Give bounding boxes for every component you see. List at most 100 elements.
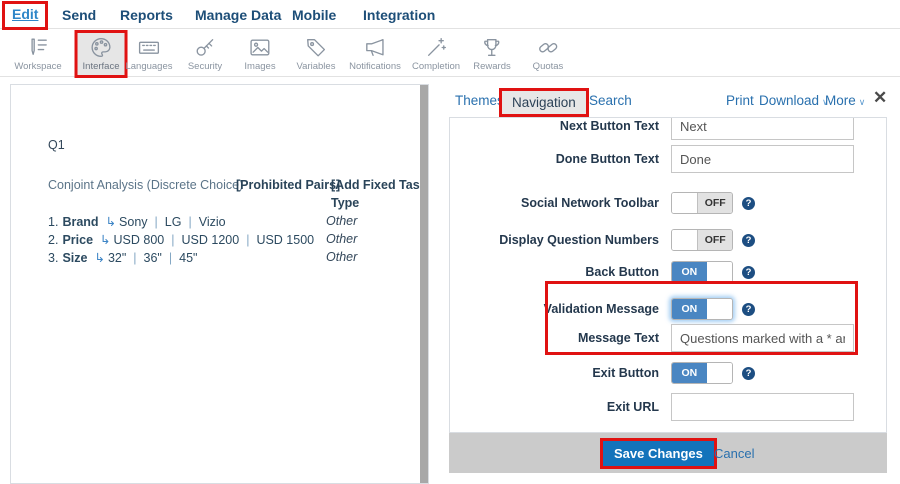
form-row-social-network-toolbar: Social Network Toolbar OFF? bbox=[450, 192, 886, 214]
attribute-level: USD 1500 bbox=[256, 233, 314, 247]
tab-search[interactable]: Search bbox=[589, 93, 632, 108]
attribute-number: 2. bbox=[48, 233, 58, 247]
form-row-display-question-numbers: Display Question Numbers OFF? bbox=[450, 229, 886, 251]
cancel-link[interactable]: Cancel bbox=[714, 446, 754, 461]
toolbar-item-workspace[interactable]: Workspace bbox=[9, 33, 66, 75]
toolbar-item-label: Languages bbox=[125, 61, 172, 72]
toggle-segment bbox=[707, 363, 732, 383]
level-separator: | bbox=[148, 215, 165, 229]
back-button-toggle[interactable]: ON bbox=[671, 261, 733, 283]
help-icon[interactable]: ? bbox=[742, 266, 755, 279]
form-label-back-button: Back Button bbox=[450, 265, 659, 279]
toolbar-item-quotas[interactable]: Quotas bbox=[528, 33, 569, 75]
toggle-segment: ON bbox=[672, 262, 707, 282]
download-link[interactable]: Download∨ bbox=[759, 93, 829, 108]
toggle-segment bbox=[707, 262, 732, 282]
attribute-type-value: Other bbox=[326, 214, 357, 228]
workspace-icon bbox=[26, 35, 51, 60]
nav-item-edit[interactable]: Edit bbox=[12, 6, 38, 22]
save-changes-button[interactable]: Save Changes bbox=[603, 441, 714, 466]
level-arrow-icon: ↳ bbox=[94, 251, 104, 265]
attribute-number: 3. bbox=[48, 251, 58, 265]
toolbar-item-security[interactable]: Security bbox=[183, 33, 227, 75]
level-arrow-icon: ↳ bbox=[100, 233, 110, 247]
toolbar-item-languages[interactable]: Languages bbox=[120, 33, 177, 75]
toolbar-item-label: Security bbox=[188, 61, 222, 72]
more-link[interactable]: More∨ bbox=[825, 93, 865, 108]
display-question-numbers-toggle[interactable]: OFF bbox=[671, 229, 733, 251]
form-label-display-question-numbers: Display Question Numbers bbox=[450, 233, 659, 247]
question-code: Q1 bbox=[48, 138, 65, 152]
attribute-row-size[interactable]: 3.Size↳32"|36"|45" bbox=[48, 250, 197, 265]
exit-url-input[interactable] bbox=[671, 393, 854, 421]
attribute-level: USD 800 bbox=[114, 233, 165, 247]
toolbar-item-notifications[interactable]: Notifications bbox=[344, 33, 406, 75]
save-annotation-box: Save Changes bbox=[600, 438, 717, 469]
left-panel-scrollbar[interactable] bbox=[420, 85, 428, 483]
edit-annotation-box: Edit bbox=[2, 1, 48, 30]
print-link[interactable]: Print bbox=[726, 93, 754, 108]
attribute-name: Size bbox=[62, 251, 87, 265]
settings-scroll-area: Next Button TextDone Button TextSocial N… bbox=[449, 117, 887, 433]
form-row-back-button: Back Button ON? bbox=[450, 261, 886, 283]
attribute-level: 36" bbox=[144, 251, 162, 265]
nav-item-send[interactable]: Send bbox=[62, 7, 96, 23]
next-button-text-input[interactable] bbox=[671, 117, 854, 140]
toolbar-item-variables[interactable]: Variables bbox=[292, 33, 341, 75]
notifications-icon bbox=[363, 35, 388, 60]
question-type-label: Conjoint Analysis (Discrete Choice) bbox=[48, 178, 243, 192]
toggle-segment bbox=[672, 230, 698, 250]
form-label-social-network-toolbar: Social Network Toolbar bbox=[450, 196, 659, 210]
level-separator: | bbox=[181, 215, 198, 229]
level-separator: | bbox=[162, 251, 179, 265]
nav-item-mobile[interactable]: Mobile bbox=[292, 7, 336, 23]
edit-toolbar: Workspace InterfaceLanguages Security Image… bbox=[0, 30, 900, 77]
social-network-toolbar-toggle[interactable]: OFF bbox=[671, 192, 733, 214]
variables-icon bbox=[304, 35, 329, 60]
toolbar-item-interface[interactable]: Interface bbox=[78, 33, 125, 75]
nav-item-integration[interactable]: Integration bbox=[363, 7, 435, 23]
add-fixed-tasks-link[interactable]: [Add Fixed Tasks bbox=[331, 178, 429, 192]
form-row-message-text: Message Text bbox=[450, 324, 886, 352]
level-arrow-icon: ↳ bbox=[106, 215, 116, 229]
attribute-row-brand[interactable]: 1.Brand↳Sony|LG|Vizio bbox=[48, 214, 226, 229]
languages-icon bbox=[137, 35, 162, 60]
toolbar-item-label: Rewards bbox=[473, 61, 511, 72]
form-label-validation-message: Validation Message bbox=[450, 302, 659, 316]
type-column-header: Type bbox=[331, 196, 359, 210]
images-icon bbox=[248, 35, 273, 60]
toolbar-item-images[interactable]: Images bbox=[239, 33, 280, 75]
done-button-text-input[interactable] bbox=[671, 145, 854, 173]
form-label-exit-url: Exit URL bbox=[450, 400, 659, 414]
settings-footer: Save Changes Cancel bbox=[449, 433, 887, 473]
security-icon bbox=[192, 35, 217, 60]
attribute-row-price[interactable]: 2.Price↳USD 800|USD 1200|USD 1500 bbox=[48, 232, 314, 247]
attribute-number: 1. bbox=[48, 215, 58, 229]
nav-item-reports[interactable]: Reports bbox=[120, 7, 173, 23]
form-label-done-button-text: Done Button Text bbox=[450, 152, 659, 166]
rewards-icon bbox=[480, 35, 505, 60]
message-text-input[interactable] bbox=[671, 324, 854, 352]
toggle-segment: OFF bbox=[698, 193, 732, 213]
help-icon[interactable]: ? bbox=[742, 234, 755, 247]
attribute-level: USD 1200 bbox=[182, 233, 240, 247]
attribute-type-value: Other bbox=[326, 250, 357, 264]
tab-navigation[interactable]: Navigation bbox=[499, 88, 589, 117]
toolbar-item-rewards[interactable]: Rewards bbox=[468, 33, 516, 75]
level-separator: | bbox=[164, 233, 181, 247]
exit-button-toggle[interactable]: ON bbox=[671, 362, 733, 384]
validation-message-toggle[interactable]: ON bbox=[671, 298, 733, 320]
toolbar-item-label: Notifications bbox=[349, 61, 401, 72]
close-icon[interactable]: ✕ bbox=[873, 88, 887, 108]
toolbar-item-completion[interactable]: Completion bbox=[407, 33, 465, 75]
survey-preview-panel: Q1 Conjoint Analysis (Discrete Choice) [… bbox=[10, 84, 429, 484]
chevron-down-icon: ∨ bbox=[859, 97, 866, 107]
help-icon[interactable]: ? bbox=[742, 367, 755, 380]
prohibited-pairs-link[interactable]: [Prohibited Pairs] bbox=[236, 178, 340, 192]
nav-item-manage-data[interactable]: Manage Data bbox=[195, 7, 281, 23]
tab-themes[interactable]: Themes bbox=[455, 93, 504, 108]
help-icon[interactable]: ? bbox=[742, 303, 755, 316]
help-icon[interactable]: ? bbox=[742, 197, 755, 210]
completion-icon bbox=[424, 35, 449, 60]
interface-icon bbox=[89, 35, 114, 60]
